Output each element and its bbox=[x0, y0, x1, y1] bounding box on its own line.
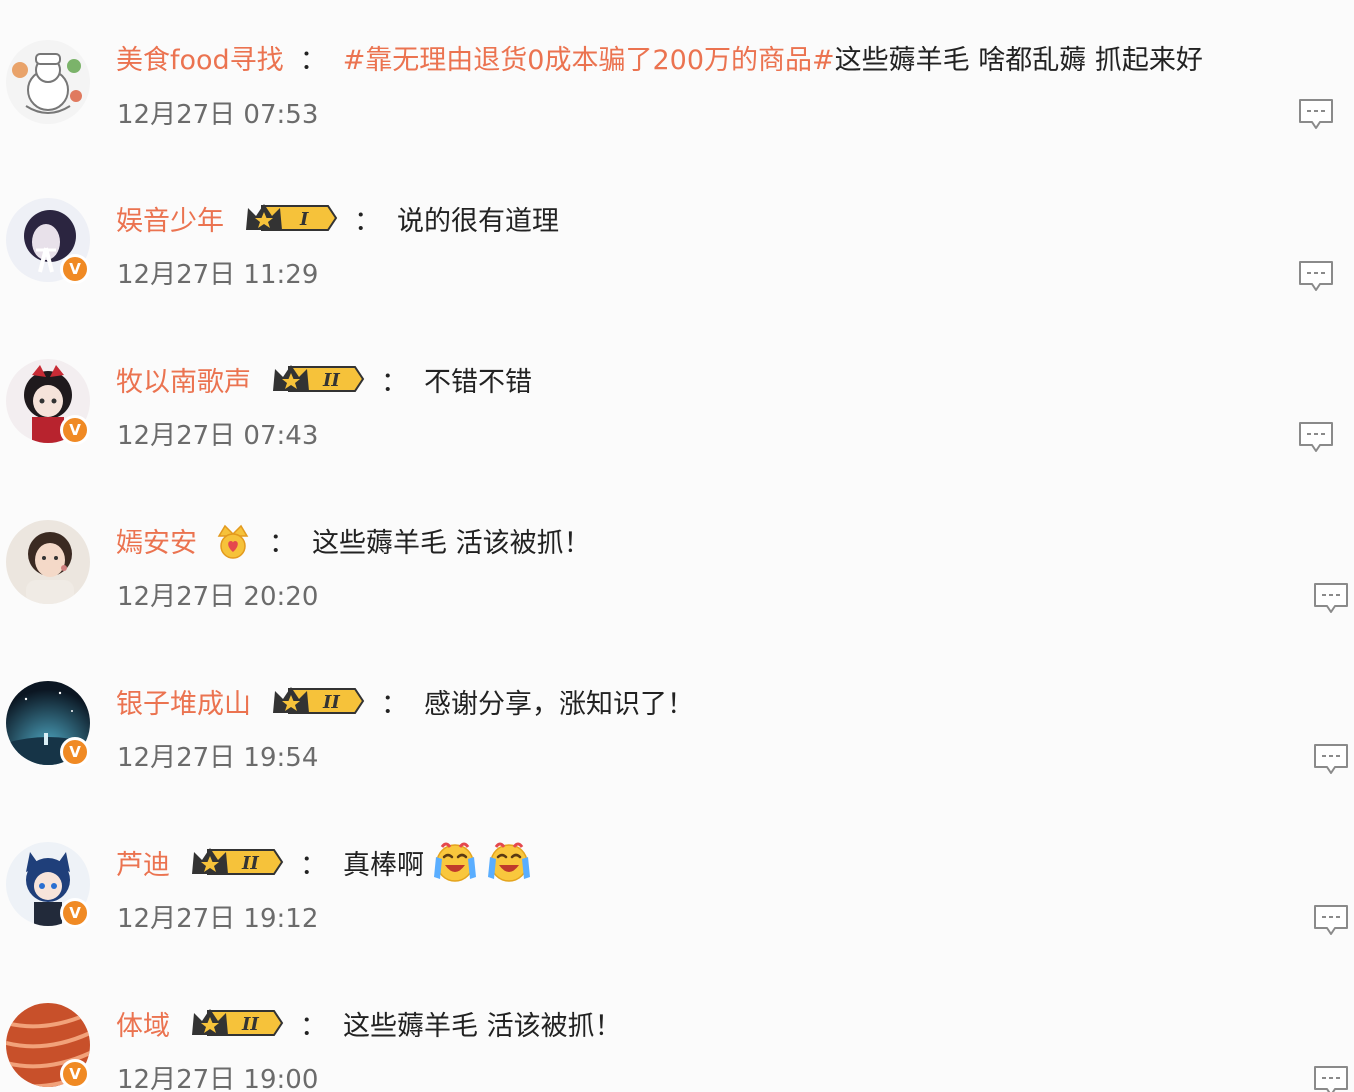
reply-icon[interactable] bbox=[1298, 98, 1334, 130]
badge-level-text: II bbox=[241, 853, 259, 874]
separator-colon: ： bbox=[299, 44, 327, 76]
comment-item: V 芦迪 II ： 真棒啊 12月27日 19:12 bbox=[0, 804, 1354, 965]
username[interactable]: 嫣安安 bbox=[116, 521, 197, 560]
membership-level-badge[interactable]: II bbox=[188, 842, 284, 882]
reply-icon[interactable] bbox=[1298, 260, 1334, 292]
comment-list: 美食food寻找 ： #靠无理由退货0成本骗了200万的商品# 这些薅羊毛 啥都… bbox=[0, 0, 1354, 1092]
separator-colon: ： bbox=[381, 688, 408, 720]
avatar[interactable] bbox=[6, 520, 90, 604]
comment-item: V 银子堆成山 II ： 感谢分享，涨知识了！ 12月27日 19:54 bbox=[0, 643, 1354, 804]
reply-icon[interactable] bbox=[1313, 582, 1349, 614]
separator-colon: ： bbox=[354, 205, 381, 237]
comment-header: 体域 II ： 这些薅羊毛 活该被抓！ bbox=[116, 1003, 622, 1043]
comment-time: 12月27日 07:53 bbox=[117, 100, 319, 130]
membership-level-badge[interactable]: II bbox=[188, 1003, 284, 1043]
reply-icon[interactable] bbox=[1313, 904, 1349, 936]
comment-time: 12月27日 19:00 bbox=[117, 1065, 319, 1092]
username[interactable]: 体域 bbox=[116, 1004, 170, 1043]
hashtag-link[interactable]: #靠无理由退货0成本骗了200万的商品# bbox=[343, 38, 835, 77]
verified-badge-icon: V bbox=[60, 898, 90, 928]
verified-badge-icon: V bbox=[60, 737, 90, 767]
crying-laughing-emoji-icon bbox=[432, 839, 478, 885]
comment-time: 12月27日 19:12 bbox=[117, 904, 319, 934]
crown-badge-icon[interactable] bbox=[213, 520, 253, 560]
membership-level-badge[interactable]: II bbox=[269, 359, 365, 399]
reply-icon[interactable] bbox=[1313, 743, 1349, 775]
membership-level-badge[interactable]: I bbox=[242, 198, 338, 238]
verified-badge-icon: V bbox=[60, 254, 90, 284]
reply-icon[interactable] bbox=[1313, 1065, 1349, 1092]
badge-level-text: II bbox=[322, 692, 340, 713]
comment-item: V 体域 II ： 这些薅羊毛 活该被抓！ 12月27日 19:00 bbox=[0, 965, 1354, 1092]
comment-item: V 娱音少年 I ： 说的很有道理 12月27日 11:29 bbox=[0, 160, 1354, 321]
separator-colon: ： bbox=[300, 1010, 327, 1042]
comment-text: 这些薅羊毛 活该被抓！ bbox=[312, 527, 591, 559]
reply-icon[interactable] bbox=[1298, 421, 1334, 453]
comment-time: 12月27日 11:29 bbox=[117, 260, 319, 290]
username[interactable]: 美食food寻找 bbox=[116, 38, 284, 77]
comment-text: 说的很有道理 bbox=[397, 205, 559, 237]
woman-portrait-avatar-image bbox=[6, 520, 90, 604]
comment-text: 这些薅羊毛 活该被抓！ bbox=[343, 1010, 622, 1042]
separator-colon: ： bbox=[300, 849, 327, 881]
username[interactable]: 牧以南歌声 bbox=[116, 360, 251, 399]
badge-level-text: I bbox=[299, 209, 309, 230]
comment-text: 感谢分享，涨知识了！ bbox=[424, 688, 694, 720]
comment-header: 牧以南歌声 II ： 不错不错 bbox=[116, 359, 532, 399]
avatar[interactable] bbox=[6, 40, 90, 124]
verified-badge-icon: V bbox=[60, 415, 90, 445]
food-sketch-avatar-image bbox=[6, 40, 90, 124]
verified-badge-icon: V bbox=[60, 1059, 90, 1089]
badge-level-text: II bbox=[241, 1014, 259, 1035]
comment-item: V 牧以南歌声 II ： 不错不错 12月27日 07:43 bbox=[0, 321, 1354, 482]
badge-level-text: II bbox=[322, 370, 340, 391]
comment-item: 美食food寻找 ： #靠无理由退货0成本骗了200万的商品# 这些薅羊毛 啥都… bbox=[0, 0, 1354, 161]
comment-time: 12月27日 20:20 bbox=[117, 582, 319, 612]
comment-text: 真棒啊 bbox=[343, 849, 424, 881]
username[interactable]: 银子堆成山 bbox=[116, 682, 251, 721]
crying-laughing-emoji-icon bbox=[486, 839, 532, 885]
username[interactable]: 娱音少年 bbox=[116, 199, 224, 238]
comment-header: 娱音少年 I ： 说的很有道理 bbox=[116, 198, 559, 238]
comment-item: 嫣安安 ： 这些薅羊毛 活该被抓！ 12月27日 20:20 bbox=[0, 482, 1354, 643]
comment-time: 12月27日 07:43 bbox=[117, 421, 319, 451]
separator-colon: ： bbox=[381, 366, 408, 398]
comment-header: 芦迪 II ： 真棒啊 bbox=[116, 842, 532, 882]
membership-level-badge[interactable]: II bbox=[269, 681, 365, 721]
comment-text: 不错不错 bbox=[424, 366, 532, 398]
comment-header: 银子堆成山 II ： 感谢分享，涨知识了！ bbox=[116, 681, 694, 721]
comment-text: 这些薅羊毛 啥都乱薅 抓起来好 bbox=[834, 44, 1203, 76]
separator-colon: ： bbox=[269, 527, 296, 559]
comment-header: 嫣安安 ： 这些薅羊毛 活该被抓！ bbox=[116, 520, 591, 560]
username[interactable]: 芦迪 bbox=[116, 843, 170, 882]
comment-header: 美食food寻找 ： #靠无理由退货0成本骗了200万的商品# 这些薅羊毛 啥都… bbox=[116, 37, 1203, 77]
comment-time: 12月27日 19:54 bbox=[117, 743, 319, 773]
